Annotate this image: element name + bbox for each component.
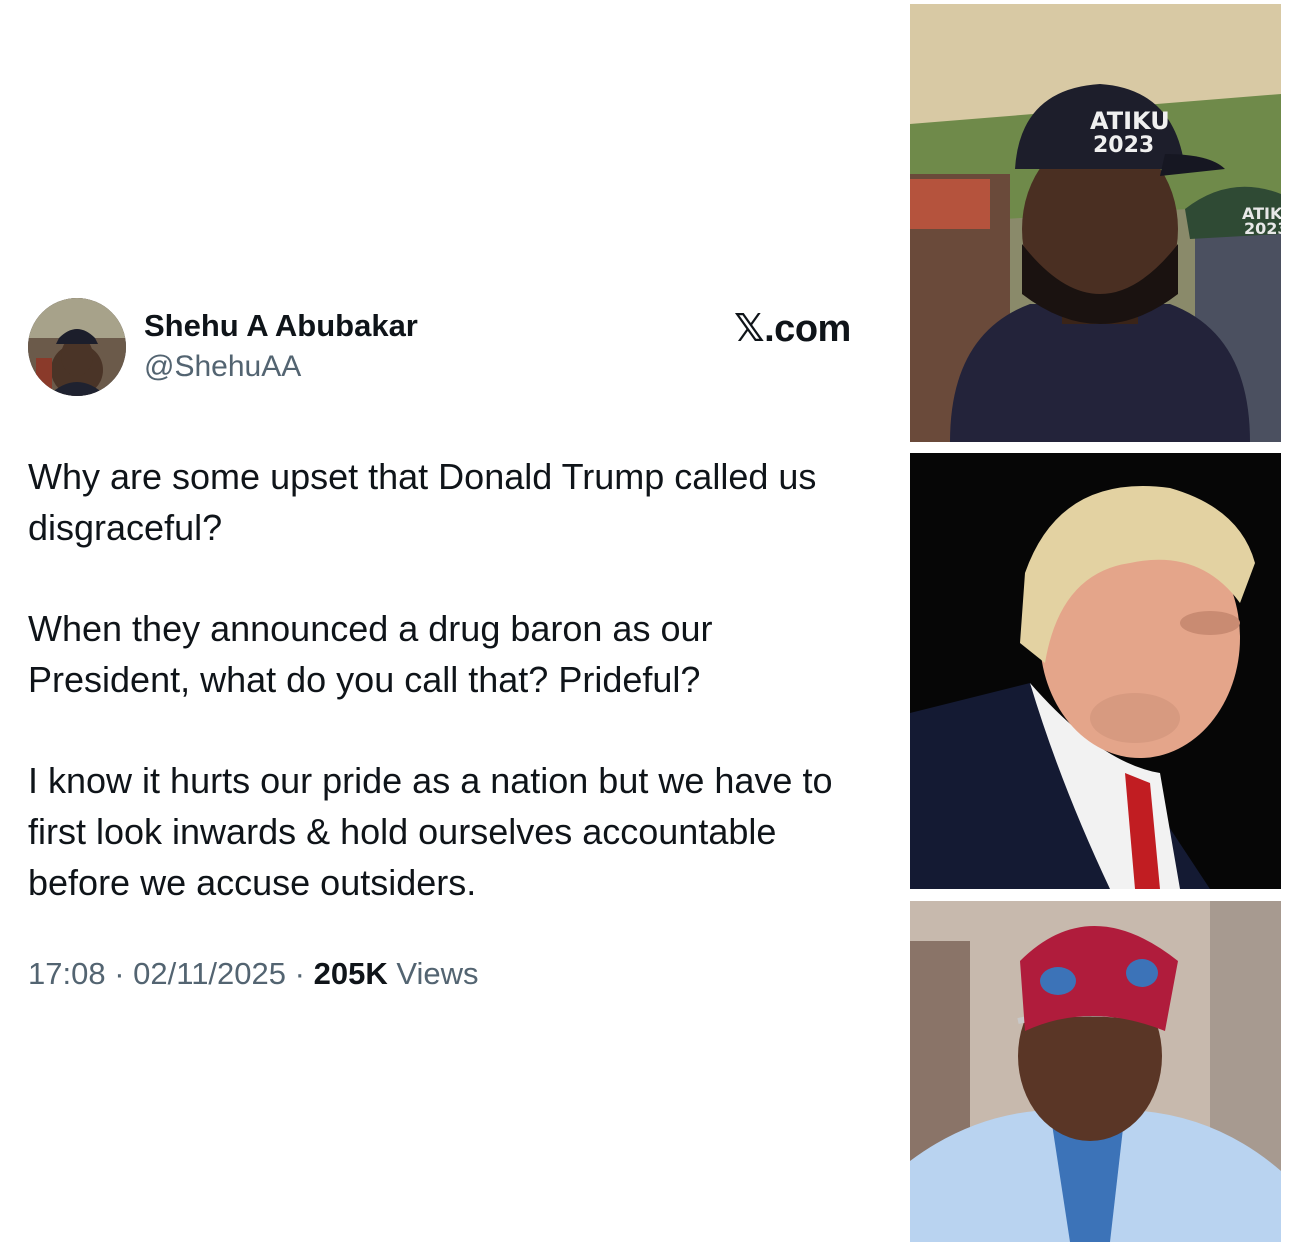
meta-separator: ·: [294, 956, 305, 991]
tweet-paragraph: Why are some upset that Donald Trump cal…: [28, 456, 817, 548]
photo-bola-tinubu: [910, 901, 1281, 1242]
cap-text: ATIKU: [1090, 107, 1170, 135]
avatar[interactable]: [28, 298, 126, 396]
display-name[interactable]: Shehu A Abubakar: [144, 308, 418, 344]
avatar-image: [28, 298, 126, 396]
photo-man-in-cap: ATIKU 2023 ATIKU 2023: [910, 4, 1281, 442]
tweet-body: Why are some upset that Donald Trump cal…: [28, 451, 878, 958]
svg-text:2023: 2023: [1244, 219, 1281, 238]
tweet-paragraph: I know it hurts our pride as a nation bu…: [28, 760, 833, 903]
tweet-paragraph: When they announced a drug baron as our …: [28, 608, 713, 700]
tweet-meta: 17:08 · 02/11/2025 · 205K Views: [28, 956, 478, 992]
views-label: Views: [396, 956, 479, 991]
photo-donald-trump: [910, 453, 1281, 889]
tweet-card: Shehu A Abubakar @ShehuAA 𝕏.com Why are …: [0, 0, 900, 1242]
x-logo-icon: 𝕏: [734, 306, 765, 350]
brand-domain: .com: [764, 308, 851, 350]
brand-link[interactable]: 𝕏.com: [734, 306, 851, 351]
user-handle[interactable]: @ShehuAA: [144, 350, 301, 384]
tweet-date[interactable]: 02/11/2025: [133, 956, 286, 991]
meta-separator: ·: [114, 956, 125, 991]
tweet-time[interactable]: 17:08: [28, 956, 106, 991]
svg-text:2023: 2023: [1093, 133, 1154, 158]
views-count[interactable]: 205K: [314, 956, 388, 991]
